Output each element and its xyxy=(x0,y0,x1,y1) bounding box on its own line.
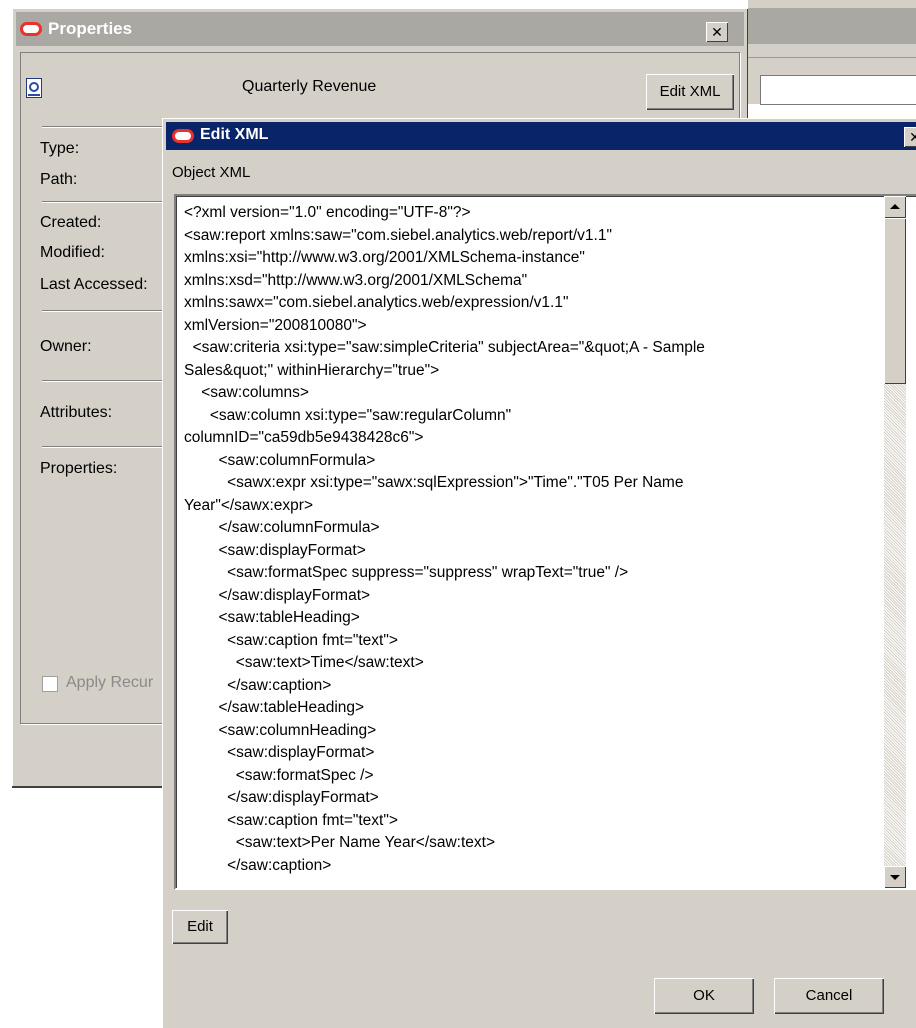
created-label: Created: xyxy=(40,214,102,231)
close-icon: ✕ xyxy=(711,24,723,40)
modified-label: Modified: xyxy=(40,244,105,261)
oracle-logo-icon xyxy=(172,129,194,143)
owner-label: Owner: xyxy=(40,338,92,355)
oracle-logo-icon xyxy=(20,22,42,36)
edit-xml-title: Edit XML xyxy=(200,126,269,143)
background-text-field[interactable] xyxy=(760,75,916,105)
background-divider xyxy=(748,57,916,58)
last-accessed-label: Last Accessed: xyxy=(40,276,148,293)
report-object-icon xyxy=(26,78,42,98)
background-window-edge xyxy=(748,0,916,8)
properties-close-button[interactable]: ✕ xyxy=(706,22,728,42)
scrollbar-thumb[interactable] xyxy=(884,218,906,384)
section-divider xyxy=(42,201,182,202)
edit-xml-button[interactable]: Edit XML xyxy=(646,74,734,110)
apply-recursive-label: Apply Recur xyxy=(66,674,154,691)
edit-xml-titlebar: Edit XML ✕ xyxy=(166,122,916,150)
ok-button[interactable]: OK xyxy=(654,978,754,1014)
section-divider xyxy=(42,446,182,447)
checkbox-box[interactable] xyxy=(42,676,58,692)
properties-titlebar: Properties ✕ xyxy=(16,12,744,46)
attributes-label: Attributes: xyxy=(40,404,113,421)
edit-xml-close-button[interactable]: ✕ xyxy=(904,127,916,147)
properties-label: Properties: xyxy=(40,460,118,477)
vertical-scrollbar[interactable] xyxy=(884,196,906,888)
properties-title: Properties xyxy=(48,19,133,38)
xml-content[interactable]: <?xml version="1.0" encoding="UTF-8"?> <… xyxy=(184,202,884,877)
edit-button[interactable]: Edit xyxy=(172,910,228,944)
edit-xml-dialog: Edit XML ✕ Object XML <?xml version="1.0… xyxy=(162,118,916,1028)
object-xml-label: Object XML xyxy=(172,164,251,181)
scroll-down-arrow-icon[interactable] xyxy=(884,866,906,888)
cancel-button[interactable]: Cancel xyxy=(774,978,884,1014)
path-label: Path: xyxy=(40,171,78,188)
section-divider xyxy=(42,380,182,381)
section-divider xyxy=(42,126,182,127)
object-name: Quarterly Revenue xyxy=(242,78,377,95)
scroll-up-arrow-icon[interactable] xyxy=(884,196,906,218)
background-window-titlebar xyxy=(748,8,916,44)
xml-textarea-inner: <?xml version="1.0" encoding="UTF-8"?> <… xyxy=(176,196,916,888)
close-icon: ✕ xyxy=(909,129,916,145)
section-divider xyxy=(42,310,182,311)
xml-textarea[interactable]: <?xml version="1.0" encoding="UTF-8"?> <… xyxy=(174,194,916,890)
type-label: Type: xyxy=(40,140,80,157)
